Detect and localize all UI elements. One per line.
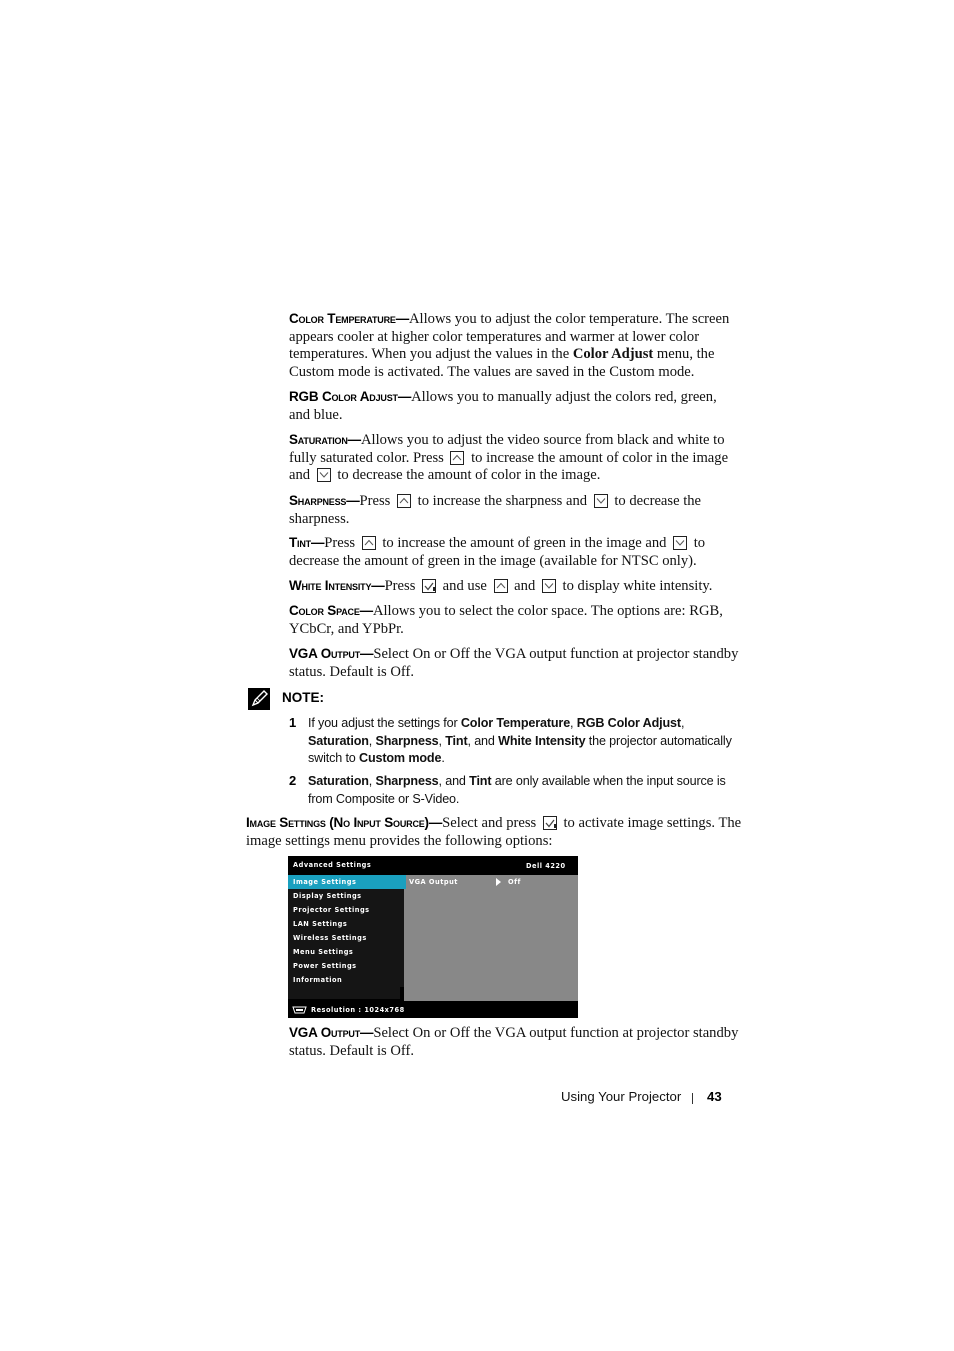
vga-output-heading: VGA Output: [289, 1025, 361, 1040]
note-pencil-icon: [248, 688, 270, 710]
osd-options-panel: [404, 875, 578, 1001]
image-settings-heading: Image Settings (No Input Source): [246, 815, 429, 830]
sharpness-heading: Sharpness: [289, 493, 347, 508]
up-arrow-icon: [361, 536, 376, 550]
vga-connector-icon: [292, 1006, 307, 1014]
down-arrow-icon: [673, 536, 688, 550]
white-intensity-heading: White Intensity: [289, 578, 372, 593]
up-arrow-icon: [450, 450, 465, 465]
osd-footer: Resolution : 1024x768: [292, 1006, 405, 1014]
saturation-paragraph: Saturation—Allows you to adjust the vide…: [289, 432, 729, 484]
vga-output-paragraph: VGA Output—Select On or Off the VGA outp…: [289, 646, 739, 680]
osd-resolution: Resolution : 1024x768: [311, 1006, 405, 1014]
menu-select-icon: [542, 816, 557, 830]
tint-paragraph: Tint—Press to increase the amount of gre…: [289, 535, 706, 569]
note-item: If you adjust the settings for Color Tem…: [308, 716, 732, 765]
osd-brand: Dell 4220: [526, 862, 566, 870]
footer-chapter-title: Using Your Projector: [561, 1089, 682, 1104]
osd-menu-item-information[interactable]: Information: [288, 973, 404, 987]
osd-menu-item-power-settings[interactable]: Power Settings: [288, 959, 404, 973]
saturation-heading: Saturation: [289, 432, 348, 447]
image-settings-paragraph: Image Settings (No Input Source)—Select …: [246, 815, 742, 849]
osd-menu-list: Image Settings Display Settings Projecto…: [288, 875, 404, 999]
color-space-paragraph: Color Space—Allows you to select the col…: [289, 603, 723, 637]
footer-divider: [692, 1093, 693, 1104]
up-arrow-icon: [493, 579, 508, 593]
manual-page: Color Temperature—Allows you to adjust t…: [0, 0, 954, 1351]
osd-menu-item-lan-settings[interactable]: LAN Settings: [288, 917, 404, 931]
up-arrow-icon: [397, 494, 411, 508]
osd-title: Advanced Settings: [293, 861, 372, 869]
color-temperature-paragraph: Color Temperature—Allows you to adjust t…: [289, 311, 730, 381]
tint-heading: Tint: [289, 535, 311, 550]
note-item-number: 2: [289, 773, 297, 788]
sharpness-paragraph: Sharpness—Press to increase the sharpnes…: [289, 493, 702, 527]
osd-menu-item-image-settings[interactable]: Image Settings: [288, 875, 404, 889]
note-item-number: 1: [289, 715, 297, 730]
down-arrow-icon: [316, 468, 331, 483]
color-adjust-term: Color Adjust: [572, 346, 654, 363]
osd-menu-item-menu-settings[interactable]: Menu Settings: [288, 945, 404, 959]
osd-menu-item-display-settings[interactable]: Display Settings: [288, 889, 404, 903]
note-item: Saturation, Sharpness, and Tint are only…: [308, 774, 726, 806]
color-temperature-heading: Color Temperature: [289, 311, 396, 326]
down-arrow-icon: [593, 494, 608, 508]
page-number: 43: [707, 1089, 722, 1104]
osd-menu-item-wireless-settings[interactable]: Wireless Settings: [288, 931, 404, 945]
vga-output-heading: VGA Output: [289, 646, 361, 661]
osd-menu-screenshot: Advanced Settings Dell 4220 Image Settin…: [288, 856, 578, 1018]
note-label: NOTE:: [282, 690, 324, 705]
white-intensity-paragraph: White Intensity—Press and use and to dis…: [289, 578, 713, 594]
down-arrow-icon: [541, 579, 556, 593]
rgb-color-adjust-paragraph: RGB Color Adjust—Allows you to manually …: [289, 389, 717, 423]
vga-output-paragraph-2: VGA Output—Select On or Off the VGA outp…: [289, 1025, 739, 1059]
osd-option-arrow-icon: [496, 878, 501, 886]
rgb-color-adjust-heading: RGB Color Adjust: [289, 389, 398, 404]
color-space-heading: Color Space: [289, 603, 360, 618]
osd-menu-item-projector-settings[interactable]: Projector Settings: [288, 903, 404, 917]
osd-option-value[interactable]: Off: [508, 878, 521, 886]
osd-option-vga-output[interactable]: VGA Output: [409, 878, 458, 886]
menu-select-icon: [422, 579, 437, 593]
